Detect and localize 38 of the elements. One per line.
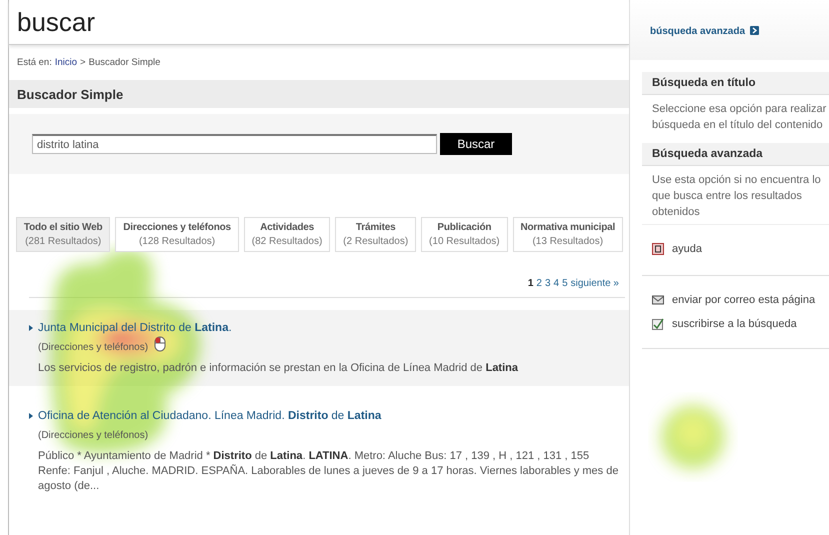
result-link[interactable]: Junta Municipal del Distrito de Latina.: [38, 322, 232, 334]
help-icon: [652, 243, 664, 255]
breadcrumb-link[interactable]: Inicio: [54, 57, 78, 68]
bullet-icon: [29, 413, 33, 419]
category-tab[interactable]: Normativa municipal (13 Resultados): [512, 217, 623, 252]
category-tab[interactable]: Publicación (10 Resultados): [421, 217, 508, 252]
page-link[interactable]: 4: [554, 278, 560, 289]
page-link[interactable]: 1: [528, 278, 534, 289]
category-tab[interactable]: Todo el sitio Web (281 Resultados): [16, 217, 110, 252]
category-tab[interactable]: Trámites (2 Resultados): [335, 217, 416, 252]
breadcrumb-current: Buscador Simple: [88, 57, 160, 68]
result-snippet: Los servicios de registro, padrón e información se prestan en la Oficina de Línea Madrid de Latina: [38, 361, 519, 376]
checkmark-icon: [652, 318, 664, 330]
envelope-icon: [652, 294, 664, 306]
page-link[interactable]: 5: [562, 278, 568, 289]
mouse-icon: [154, 336, 166, 352]
help-link[interactable]: ayuda: [672, 243, 702, 255]
section-header: Buscador Simple: [9, 80, 629, 108]
next-page-link[interactable]: siguiente »: [570, 278, 619, 289]
category-tab[interactable]: Actividades (82 Resultados): [244, 217, 330, 252]
panel-description: Seleccione esa opción para realizar búsqueda en el título del contenido: [651, 102, 828, 133]
page-link[interactable]: 3: [544, 278, 550, 289]
page-title: buscar: [9, 0, 629, 45]
search-button[interactable]: Buscar: [440, 133, 512, 155]
breadcrumb-separator: >: [80, 57, 86, 68]
action-link[interactable]: enviar por correo esta página: [672, 294, 816, 306]
bullet-icon: [29, 325, 33, 331]
panel-title[interactable]: Búsqueda en título: [642, 72, 829, 95]
action-link[interactable]: suscribirse a la búsqueda: [672, 318, 797, 330]
search-field[interactable]: distrito latina: [32, 134, 437, 154]
panel-description: Use esta opción si no encuentra lo que busca entre los resultados obtenidos: [651, 173, 822, 220]
advanced-search-link[interactable]: búsqueda avanzada: [650, 26, 746, 37]
breadcrumb-label: Está en:: [17, 57, 52, 68]
page-link[interactable]: 2: [536, 278, 542, 289]
arrow-icon: [750, 26, 760, 35]
panel-title[interactable]: Búsqueda avanzada: [642, 143, 829, 166]
result-snippet: Público * Ayuntamiento de Madrid *Distrito de Latina. LATINA. Metro: Aluche Bus: 17 , 139 , H , 121 , 131 , 155 Renfe: Fanjul , Aluche. MADRID. ESPAÑA. Laborables de lunes a jueves de 9 a 17 horas. Viernes laborables y mes de agosto (de...: [38, 449, 620, 494]
category-tab[interactable]: Direcciones y teléfonos (128 Resultados): [115, 217, 239, 252]
